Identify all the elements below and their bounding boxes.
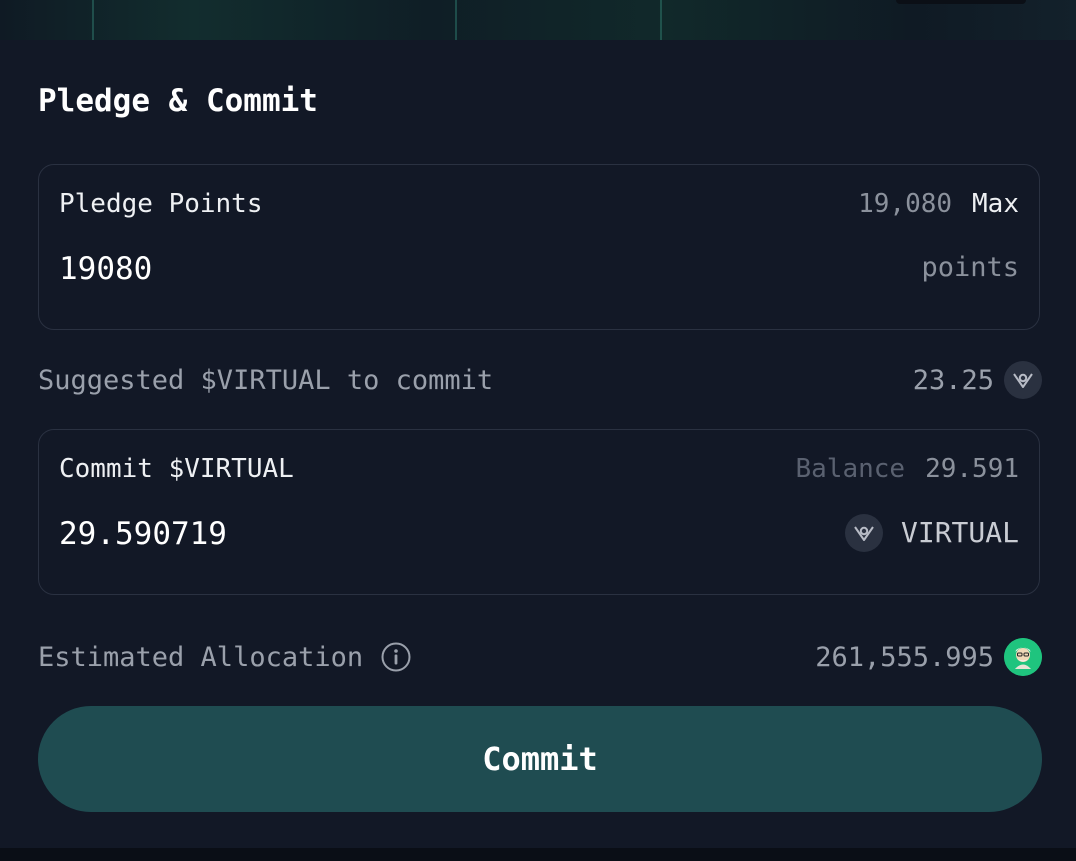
banner-streak bbox=[92, 0, 94, 40]
token-selector: VIRTUAL bbox=[844, 513, 1019, 553]
available-points-value: 19,080 bbox=[858, 189, 953, 219]
pledge-points-input[interactable]: 19080 bbox=[59, 249, 152, 289]
page-title: Pledge & Commit bbox=[38, 83, 318, 119]
virtual-token-icon bbox=[844, 514, 883, 552]
bottom-edge bbox=[0, 848, 1076, 861]
suggested-commit-value: 23.25 bbox=[912, 364, 994, 396]
balance-label: Balance bbox=[795, 454, 906, 484]
virtual-token-icon bbox=[1004, 361, 1042, 399]
commit-button[interactable]: Commit bbox=[38, 706, 1042, 812]
header-banner bbox=[0, 0, 1076, 40]
agent-avatar-icon bbox=[1004, 638, 1042, 676]
points-unit-label: points bbox=[921, 252, 1019, 283]
commit-amount-input[interactable]: 29.590719 bbox=[59, 514, 227, 554]
estimated-allocation-value: 261,555.995 bbox=[815, 641, 994, 673]
balance-value: 29.591 bbox=[925, 454, 1019, 484]
pledge-points-label: Pledge Points bbox=[59, 189, 263, 219]
suggested-commit-label: Suggested $VIRTUAL to commit bbox=[38, 364, 494, 396]
max-button[interactable]: Max bbox=[972, 187, 1019, 221]
pledge-points-available: 19,080 Max bbox=[858, 187, 1019, 221]
suggested-commit-row: Suggested $VIRTUAL to commit 23.25 bbox=[38, 360, 1042, 400]
banner-streak bbox=[660, 0, 662, 40]
estimated-allocation-row: Estimated Allocation 261,555.995 bbox=[38, 637, 1042, 677]
banner-streak bbox=[455, 0, 457, 40]
info-icon[interactable] bbox=[381, 642, 411, 672]
commit-virtual-card: Commit $VIRTUAL Balance 29.591 29.590719… bbox=[38, 429, 1040, 595]
estimated-allocation-label: Estimated Allocation bbox=[38, 641, 364, 673]
banner-tab bbox=[896, 0, 1026, 4]
pledge-points-card: Pledge Points 19,080 Max 19080 points bbox=[38, 164, 1040, 330]
token-symbol: VIRTUAL bbox=[900, 516, 1019, 549]
balance-display: Balance 29.591 bbox=[796, 452, 1020, 486]
commit-virtual-label: Commit $VIRTUAL bbox=[59, 454, 294, 484]
